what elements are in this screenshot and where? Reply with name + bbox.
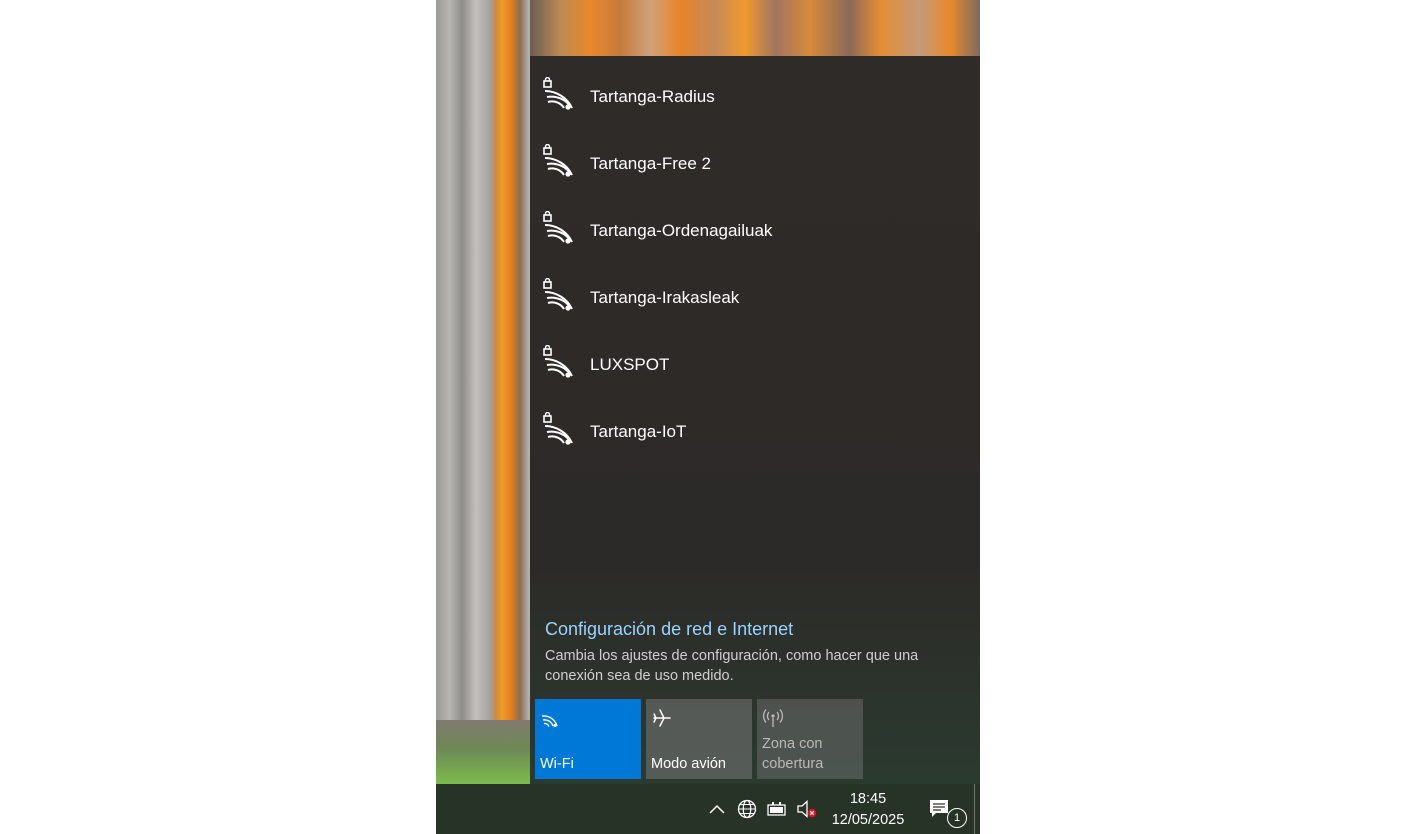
show-desktop-button[interactable] xyxy=(974,784,975,834)
wallpaper-top-strip xyxy=(530,0,980,56)
notification-count-badge: 1 xyxy=(947,808,967,828)
mobile-hotspot-tile[interactable]: Zona con cobertura xyxy=(757,699,863,779)
network-name: Tartanga-Ordenagailuak xyxy=(590,221,773,240)
network-name: LUXSPOT xyxy=(590,355,670,374)
airplane-mode-tile[interactable]: Modo avión xyxy=(646,699,752,779)
taskbar: 18:45 12/05/2025 1 xyxy=(436,784,980,834)
network-flyout: Tartanga-Radius Tartanga-Free 2 Tartanga… xyxy=(530,56,980,784)
wifi-secured-icon xyxy=(543,345,573,378)
wifi-secured-icon xyxy=(543,211,573,244)
network-item[interactable]: Tartanga-Ordenagailuak xyxy=(530,197,980,264)
screen: Tartanga-Radius Tartanga-Free 2 Tartanga… xyxy=(436,0,980,834)
taskbar-clock[interactable]: 18:45 12/05/2025 xyxy=(826,789,910,831)
clock-time: 18:45 xyxy=(849,791,887,807)
chevron-up-icon[interactable] xyxy=(706,798,728,820)
network-item[interactable]: Tartanga-IoT xyxy=(530,398,980,465)
wifi-toggle-tile[interactable]: Wi-Fi xyxy=(535,699,641,779)
network-name: Tartanga-Free 2 xyxy=(590,154,711,173)
airplane-icon xyxy=(653,709,671,727)
wifi-icon xyxy=(541,715,558,728)
airplane-tile-label: Modo avión xyxy=(651,756,726,772)
network-item[interactable]: Tartanga-Free 2 xyxy=(530,130,980,197)
battery-icon[interactable] xyxy=(766,798,788,820)
network-list: Tartanga-Radius Tartanga-Free 2 Tartanga… xyxy=(530,63,980,465)
wallpaper-grass xyxy=(436,720,530,784)
network-settings-link[interactable]: Configuración de red e Internet xyxy=(545,619,793,640)
wifi-tile-label: Wi-Fi xyxy=(540,756,574,772)
globe-network-icon[interactable] xyxy=(736,798,758,820)
network-item[interactable]: LUXSPOT xyxy=(530,331,980,398)
network-item[interactable]: Tartanga-Radius xyxy=(530,63,980,130)
network-settings-description: Cambia los ajustes de configuración, com… xyxy=(545,648,919,684)
wifi-secured-icon xyxy=(543,412,573,445)
wifi-secured-icon xyxy=(543,278,573,311)
hotspot-icon xyxy=(762,709,784,727)
hotspot-tile-label: Zona con cobertura xyxy=(762,736,824,772)
network-item[interactable]: Tartanga-Irakasleak xyxy=(530,264,980,331)
network-name: Tartanga-IoT xyxy=(590,422,687,441)
network-name: Tartanga-Irakasleak xyxy=(590,288,740,307)
wifi-secured-icon xyxy=(543,77,573,110)
clock-date: 12/05/2025 xyxy=(831,812,905,828)
volume-muted-icon[interactable] xyxy=(795,798,817,820)
network-name: Tartanga-Radius xyxy=(590,87,715,106)
wifi-secured-icon xyxy=(543,144,573,177)
